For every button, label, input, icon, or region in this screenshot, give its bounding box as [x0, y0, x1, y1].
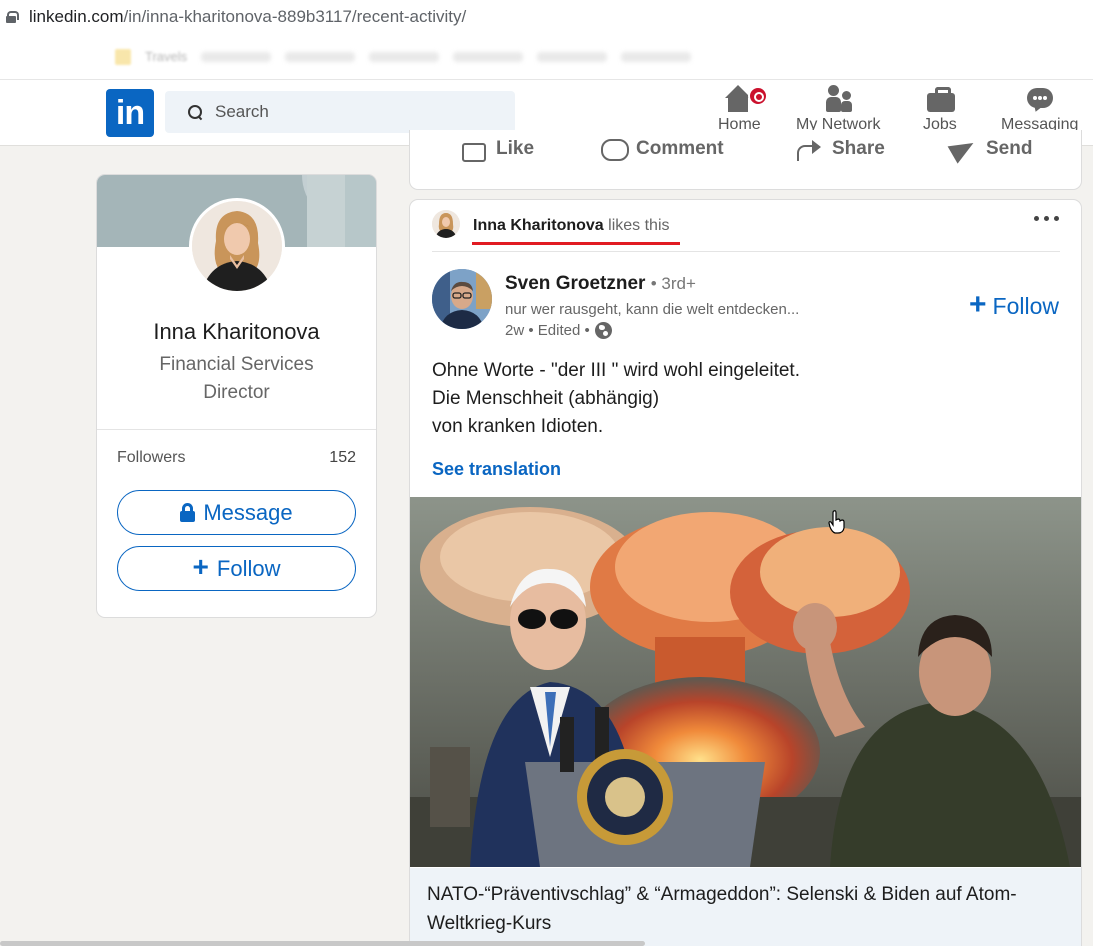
nav-jobs[interactable]: Jobs	[923, 84, 957, 134]
feed-post: Inna Kharitonova likes this Sven Groetzn…	[409, 199, 1082, 946]
nav-my-network[interactable]: My Network	[796, 84, 880, 134]
follow-button-label: Follow	[216, 555, 281, 581]
follow-author-label: Follow	[992, 293, 1059, 319]
like-label: Like	[496, 138, 535, 159]
send-label: Send	[986, 138, 1033, 159]
browser-address-bar[interactable]: linkedin.com/in/inna-kharitonova-889b311…	[0, 0, 1093, 34]
lock-icon	[6, 11, 19, 23]
home-icon	[724, 84, 769, 114]
share-button[interactable]: Share	[796, 137, 885, 161]
previous-post-actions: Like Comment Share Send	[409, 130, 1082, 190]
followers-count: 152	[329, 449, 356, 466]
url-text[interactable]: linkedin.com/in/inna-kharitonova-889b311…	[29, 7, 466, 27]
author-name[interactable]: Sven Groetzner • 3rd+	[505, 273, 696, 295]
bookmarks-bar: Travels	[0, 34, 1093, 80]
post-text: Ohne Worte - "der III " wird wohl eingel…	[432, 357, 800, 441]
profile-avatar[interactable]	[189, 198, 285, 294]
connection-degree: • 3rd+	[650, 274, 696, 293]
divider	[432, 251, 1060, 252]
chat-icon	[1025, 84, 1055, 114]
author-avatar[interactable]	[432, 269, 492, 329]
hand-cursor-icon	[828, 510, 846, 539]
briefcase-icon	[925, 84, 955, 114]
search-icon	[187, 104, 203, 120]
nav-messaging[interactable]: Messaging	[1001, 84, 1078, 134]
share-label: Share	[832, 138, 885, 159]
social-context: Inna Kharitonova likes this	[473, 217, 670, 235]
comment-icon	[600, 137, 629, 161]
search-bar[interactable]	[165, 91, 515, 133]
post-text-line: Die Menschheit (abhängig)	[432, 388, 660, 409]
author-headline: nur wer rausgeht, kann die welt entdecke…	[505, 301, 800, 318]
like-button[interactable]: Like	[460, 137, 535, 162]
profile-card: Inna Kharitonova Financial Services Dire…	[96, 174, 377, 618]
liker-action: likes this	[608, 217, 670, 234]
post-text-line: von kranken Idioten.	[432, 416, 604, 437]
plus-icon: +	[192, 551, 209, 582]
liker-name[interactable]: Inna Kharitonova	[473, 217, 604, 234]
thumbs-up-icon	[460, 137, 486, 162]
link-preview[interactable]: NATO-“Präventivschlag” & “Armageddon”: S…	[410, 868, 1081, 946]
see-translation-link[interactable]: See translation	[432, 459, 561, 480]
liker-avatar[interactable]	[432, 210, 460, 238]
send-icon	[950, 137, 976, 161]
post-text-line: Ohne Worte - "der III " wird wohl eingel…	[432, 360, 800, 381]
share-icon	[796, 137, 822, 161]
notification-badge	[748, 86, 769, 106]
comment-button[interactable]: Comment	[600, 137, 724, 161]
plus-icon: +	[969, 288, 987, 321]
bookmark-blurred	[285, 51, 356, 62]
message-button-label: Message	[203, 499, 293, 525]
bookmark-blurred	[621, 51, 692, 62]
more-options-icon[interactable]	[1034, 216, 1059, 221]
bookmark-blurred	[369, 51, 440, 62]
globe-icon	[594, 322, 612, 339]
bookmark-travels[interactable]: Travels	[145, 49, 187, 64]
url-host: linkedin.com	[29, 7, 124, 26]
search-input[interactable]	[215, 102, 495, 122]
message-button[interactable]: Message	[117, 490, 356, 535]
author-name-text: Sven Groetzner	[505, 273, 646, 294]
annotation-underline	[472, 242, 680, 245]
post-time-edited: 2w • Edited •	[505, 322, 590, 339]
divider	[97, 429, 376, 430]
post-meta: 2w • Edited •	[505, 322, 612, 339]
follow-button[interactable]: + Follow	[117, 546, 356, 591]
people-icon	[823, 84, 853, 114]
comment-label: Comment	[636, 138, 724, 159]
profile-name[interactable]: Inna Kharitonova	[97, 319, 376, 345]
bookmark-blurred	[453, 51, 524, 62]
link-preview-title[interactable]: NATO-“Präventivschlag” & “Armageddon”: S…	[427, 880, 1067, 938]
nav-home[interactable]: Home	[718, 84, 769, 134]
lock-icon	[180, 503, 196, 522]
bookmark-blurred	[537, 51, 608, 62]
follow-author-button[interactable]: + Follow	[969, 288, 1059, 321]
bookmark-blurred	[201, 51, 272, 62]
folder-icon	[115, 48, 131, 65]
horizontal-scrollbar[interactable]	[0, 941, 645, 946]
send-button[interactable]: Send	[950, 137, 1032, 161]
url-path: /in/inna-kharitonova-889b3117/recent-act…	[123, 7, 467, 26]
profile-headline: Financial Services Director	[159, 354, 314, 403]
post-image[interactable]	[410, 497, 1081, 867]
followers-label: Followers	[117, 449, 186, 466]
linkedin-logo[interactable]: in	[106, 89, 154, 137]
